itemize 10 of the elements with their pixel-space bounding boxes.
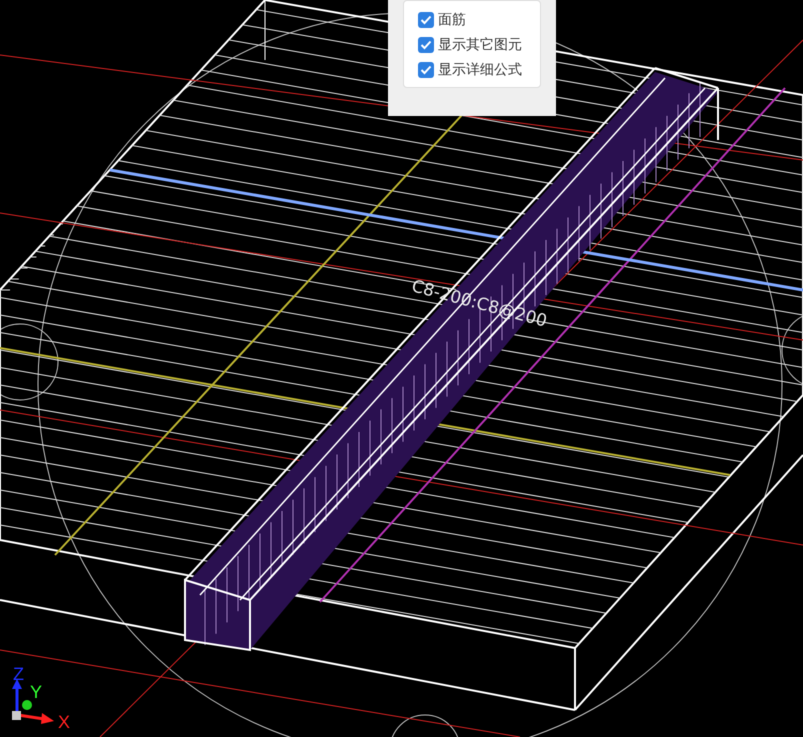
x-axis-label: X [58, 713, 70, 731]
option-label: 显示其它图元 [438, 36, 522, 54]
z-axis-label: Z [13, 665, 24, 683]
option-label: 面筋 [438, 11, 466, 29]
checkbox[interactable] [418, 62, 434, 78]
checkbox[interactable] [418, 37, 434, 53]
axis-arrows-icon [12, 679, 54, 724]
option-label: 显示详细公式 [438, 61, 522, 79]
y-axis-label: Y [30, 683, 42, 701]
checkbox[interactable] [418, 12, 434, 28]
